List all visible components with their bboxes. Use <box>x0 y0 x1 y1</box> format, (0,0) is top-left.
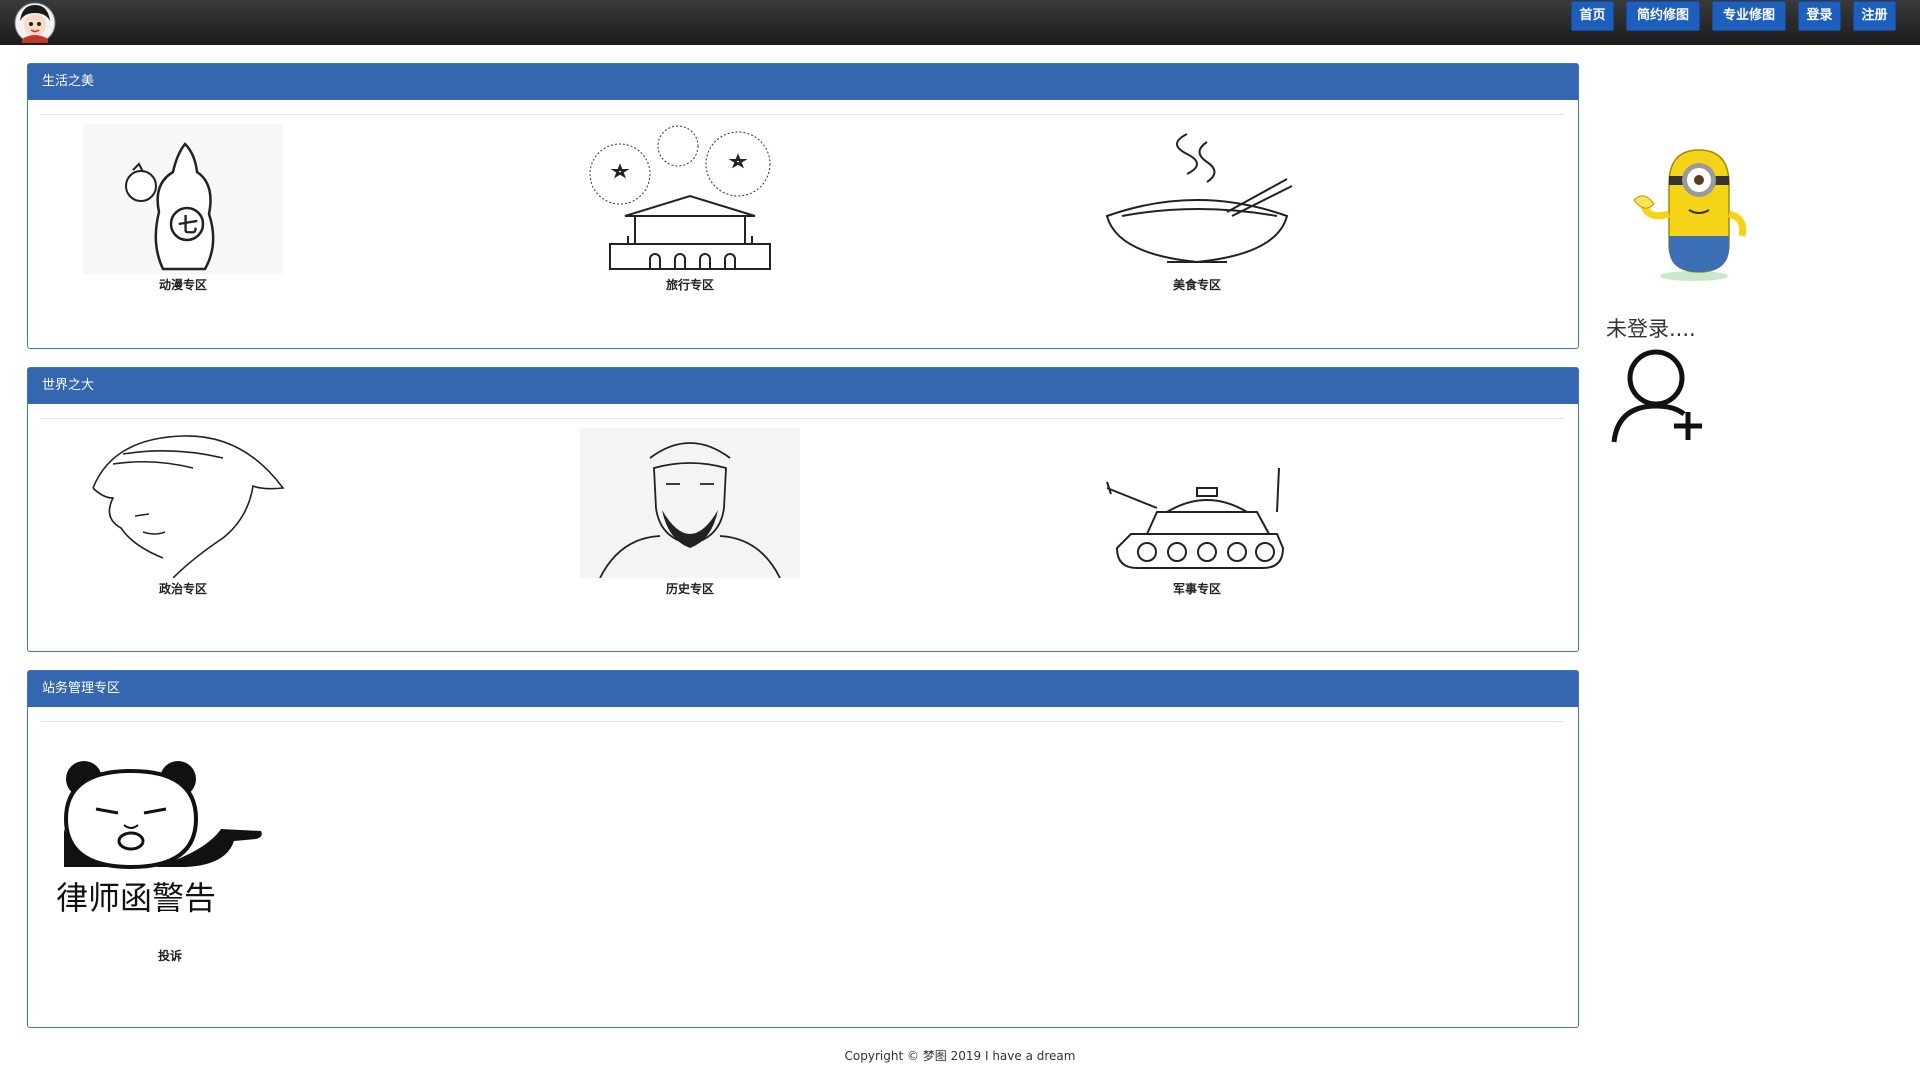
section-title: 生活之美 <box>28 64 1578 100</box>
tile-label: 历史专区 <box>665 582 714 596</box>
section-title: 世界之大 <box>28 368 1578 404</box>
svg-text:七: 七 <box>178 213 198 237</box>
login-status-text: 未登录.... <box>1606 317 1696 341</box>
main-nav: 首页 简约修图 专业修图 登录 注册 <box>1571 1 1896 31</box>
section-site-admin: 站务管理专区 律师函警告 投诉 <box>27 670 1579 1028</box>
noodle-bowl-icon[interactable] <box>1087 124 1307 274</box>
nav-register-button[interactable]: 注册 <box>1853 1 1896 31</box>
tile-food[interactable]: 美食专区 <box>1082 124 1312 293</box>
tile-label: 美食专区 <box>1172 278 1221 292</box>
divider <box>41 114 1565 115</box>
tile-label: 动漫专区 <box>158 278 207 292</box>
historical-figure-icon[interactable] <box>580 428 800 578</box>
tiananmen-fireworks-icon[interactable] <box>580 124 800 274</box>
avatar-logo-icon[interactable] <box>12 1 58 43</box>
footer-copyright: Copyright © 梦图 2019 I have a dream <box>844 1049 1076 1063</box>
panda-caption: 律师函警告 <box>56 879 217 917</box>
nav-login-button[interactable]: 登录 <box>1798 1 1841 31</box>
tile-label: 军事专区 <box>1172 582 1221 596</box>
tile-complaint[interactable]: 律师函警告 投诉 <box>56 759 286 964</box>
nav-pro-edit-button[interactable]: 专业修图 <box>1712 1 1786 31</box>
tile-history[interactable]: 历史专区 <box>575 428 805 597</box>
divider <box>41 721 1565 722</box>
panda-meme-icon[interactable] <box>56 759 266 869</box>
divider <box>41 418 1565 419</box>
tile-military[interactable]: 军事专区 <box>1082 428 1312 597</box>
tile-label: 投诉 <box>158 949 183 963</box>
tile-label: 旅行专区 <box>665 278 714 292</box>
section-life-beauty: 生活之美 七 动漫专区 旅行专区 美食专区 <box>27 63 1579 349</box>
nav-home-button[interactable]: 首页 <box>1571 1 1614 31</box>
minion-icon <box>1633 149 1747 281</box>
tank-icon[interactable] <box>1087 428 1307 578</box>
section-world-vast: 世界之大 政治专区 历史专区 军事专区 <box>27 367 1579 652</box>
tile-travel[interactable]: 旅行专区 <box>575 124 805 293</box>
tile-politics[interactable]: 政治专区 <box>68 428 298 597</box>
anime-character-icon[interactable]: 七 <box>73 124 293 274</box>
politician-portrait-icon[interactable] <box>73 428 293 578</box>
tile-anime[interactable]: 七 动漫专区 <box>68 124 298 293</box>
nav-simple-edit-button[interactable]: 简约修图 <box>1626 1 1700 31</box>
section-title: 站务管理专区 <box>28 671 1578 707</box>
top-navbar: 首页 简约修图 专业修图 登录 注册 <box>0 0 1920 45</box>
tile-label: 政治专区 <box>158 582 207 596</box>
add-user-icon[interactable] <box>1608 348 1708 446</box>
